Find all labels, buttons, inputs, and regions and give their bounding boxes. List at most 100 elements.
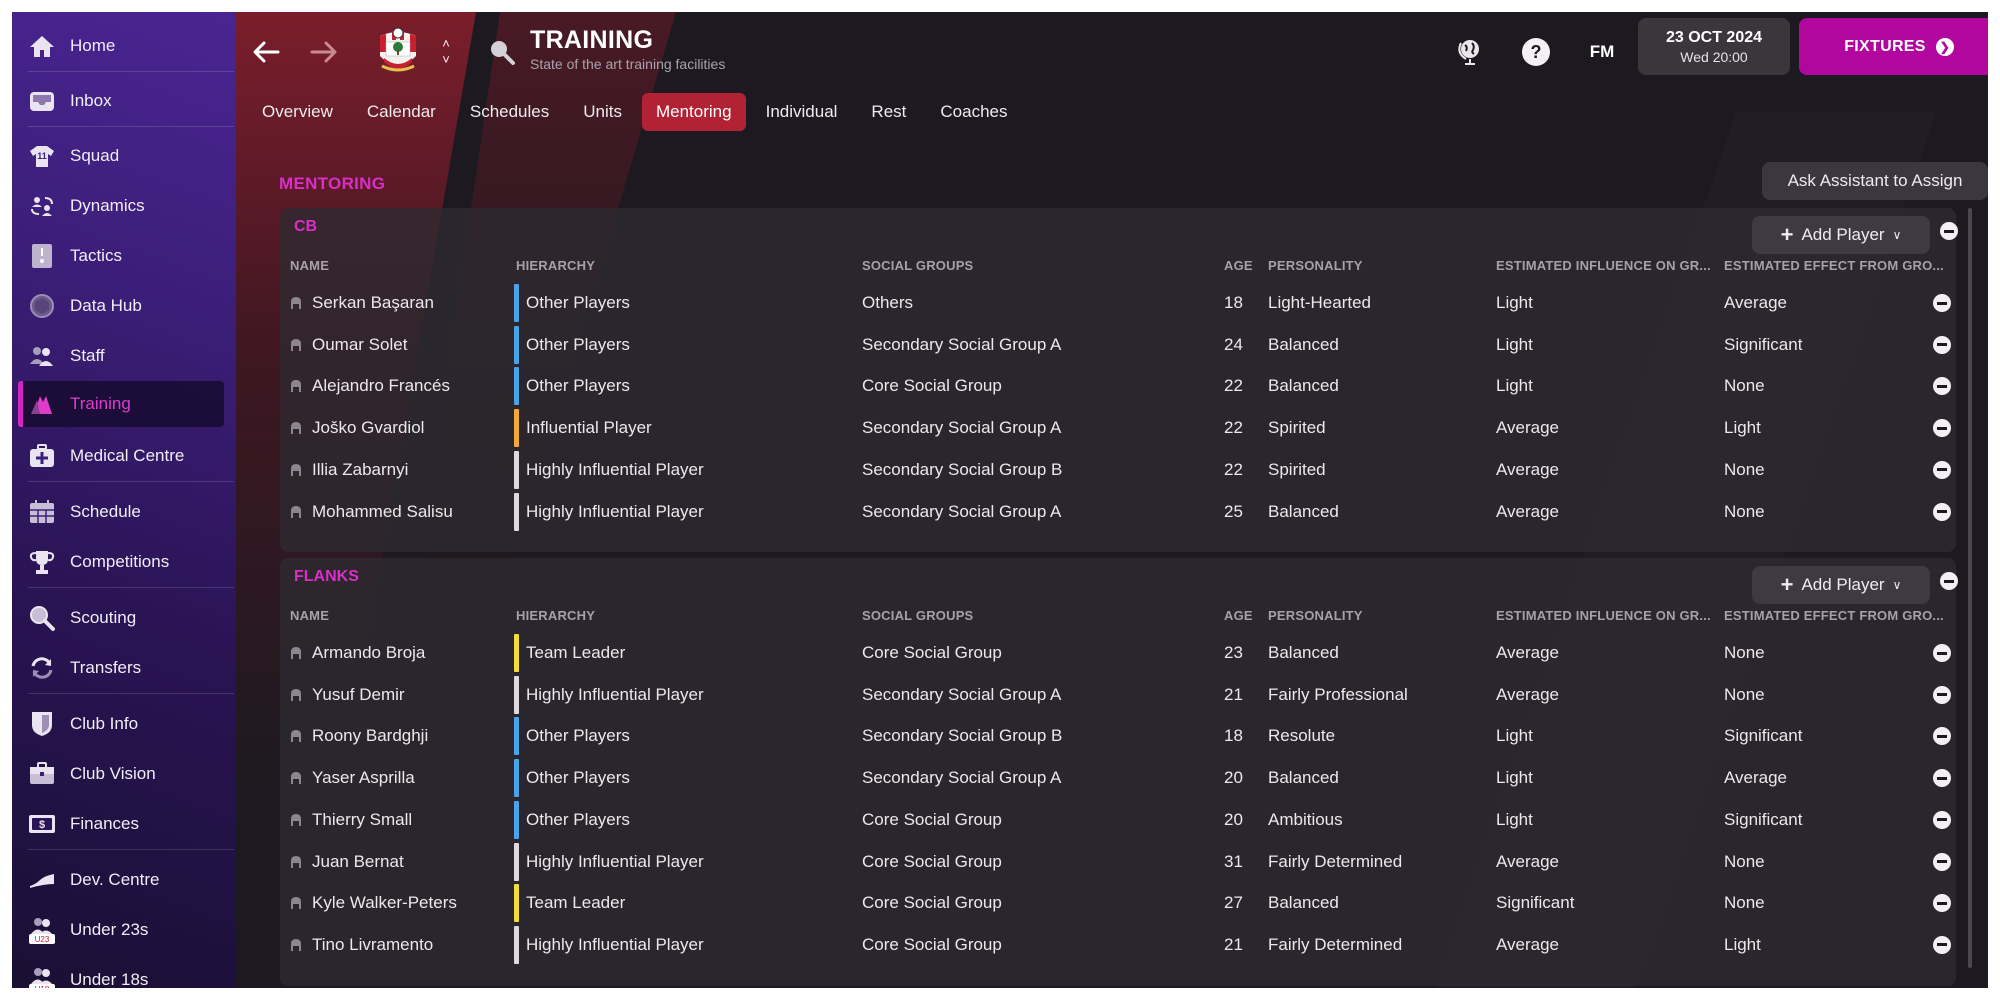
remove-player-button[interactable] bbox=[1933, 644, 1951, 662]
player-name-cell[interactable]: Joško Gvardiol bbox=[290, 407, 424, 449]
search-button[interactable] bbox=[486, 36, 518, 68]
column-header[interactable]: HIERARCHY bbox=[516, 608, 595, 623]
sidebar-item-dev-centre[interactable]: Dev. Centre bbox=[12, 857, 236, 903]
forward-button[interactable] bbox=[304, 32, 344, 72]
table-row[interactable]: Oumar Solet Other Players Secondary Social… bbox=[280, 324, 1956, 366]
sidebar-item-schedule[interactable]: Schedule bbox=[12, 489, 236, 535]
player-name-cell[interactable]: Kyle Walker-Peters bbox=[290, 882, 457, 924]
table-row[interactable]: Tino Livramento Highly Influential Player… bbox=[280, 924, 1956, 966]
remove-player-button[interactable] bbox=[1933, 460, 1951, 479]
player-name-cell[interactable]: Thierry Small bbox=[290, 799, 412, 841]
add-player-button[interactable]: + Add Player ∨ bbox=[1752, 216, 1930, 254]
game-date[interactable]: 23 OCT 2024 Wed 20:00 bbox=[1638, 18, 1790, 75]
column-header[interactable]: ESTIMATED INFLUENCE ON GR... bbox=[1496, 608, 1711, 623]
column-header[interactable]: NAME bbox=[290, 258, 329, 273]
column-header[interactable]: PERSONALITY bbox=[1268, 258, 1363, 273]
column-header[interactable]: ESTIMATED EFFECT FROM GRO... bbox=[1724, 258, 1944, 273]
remove-player-button[interactable] bbox=[1933, 335, 1951, 354]
tab-coaches[interactable]: Coaches bbox=[926, 93, 1021, 131]
table-row[interactable]: Thierry Small Other Players Core Social Gr… bbox=[280, 799, 1956, 841]
world-button[interactable] bbox=[1452, 34, 1488, 70]
table-row[interactable]: Mohammed Salisu Highly Influential Player… bbox=[280, 491, 1956, 533]
remove-player-button[interactable] bbox=[1933, 727, 1951, 746]
table-row[interactable]: Armando Broja Team Leader Core Social Grou… bbox=[280, 632, 1956, 674]
remove-player-button[interactable] bbox=[1933, 852, 1951, 871]
player-name-cell[interactable]: Tino Livramento bbox=[290, 924, 433, 966]
table-row[interactable]: Alejandro Francés Other Players Core Socia… bbox=[280, 365, 1956, 407]
sidebar-item-club-vision[interactable]: Club Vision bbox=[12, 751, 236, 797]
sidebar-item-competitions[interactable]: Competitions bbox=[12, 539, 236, 585]
club-switcher[interactable]: ˄ ˅ bbox=[436, 30, 456, 74]
tab-rest[interactable]: Rest bbox=[857, 93, 920, 131]
player-name-cell[interactable]: Alejandro Francés bbox=[290, 365, 450, 407]
table-row[interactable]: Yaser Asprilla Other Players Secondary Soc… bbox=[280, 757, 1956, 799]
sidebar-item-dynamics[interactable]: Dynamics bbox=[12, 183, 236, 229]
tab-calendar[interactable]: Calendar bbox=[353, 93, 450, 131]
remove-group-button[interactable] bbox=[1940, 222, 1958, 240]
table-row[interactable]: Juan Bernat Highly Influential Player Core… bbox=[280, 841, 1956, 883]
sidebar-item-data-hub[interactable]: Data Hub bbox=[12, 283, 236, 329]
remove-group-button[interactable] bbox=[1940, 572, 1958, 590]
tab-individual[interactable]: Individual bbox=[752, 93, 852, 131]
sidebar-item-under-23s[interactable]: U23 Under 23s bbox=[12, 907, 236, 953]
column-header[interactable]: AGE bbox=[1224, 258, 1253, 273]
fm-menu-button[interactable]: FM bbox=[1582, 34, 1622, 70]
remove-player-button[interactable] bbox=[1933, 502, 1951, 521]
table-row[interactable]: Kyle Walker-Peters Team Leader Core Social… bbox=[280, 882, 1956, 924]
sidebar-item-under-18s[interactable]: U18 Under 18s bbox=[12, 957, 236, 988]
player-name-cell[interactable]: Illia Zabarnyi bbox=[290, 449, 408, 491]
tab-units[interactable]: Units bbox=[569, 93, 636, 131]
column-header[interactable]: SOCIAL GROUPS bbox=[862, 258, 973, 273]
column-header[interactable]: AGE bbox=[1224, 608, 1253, 623]
remove-player-button[interactable] bbox=[1933, 419, 1951, 438]
player-name-cell[interactable]: Roony Bardghji bbox=[290, 715, 428, 757]
remove-player-button[interactable] bbox=[1933, 769, 1951, 788]
fixtures-button[interactable]: FIXTURES ❯ bbox=[1799, 18, 1988, 75]
player-name-cell[interactable]: Armando Broja bbox=[290, 632, 425, 674]
svg-text:?: ? bbox=[1531, 42, 1542, 62]
player-name-cell[interactable]: Yusuf Demir bbox=[290, 674, 405, 716]
remove-player-button[interactable] bbox=[1933, 935, 1951, 954]
remove-player-button[interactable] bbox=[1933, 685, 1951, 704]
table-row[interactable]: Illia Zabarnyi Highly Influential Player S… bbox=[280, 449, 1956, 491]
table-row[interactable]: Joško Gvardiol Influential Player Secondar… bbox=[280, 407, 1956, 449]
player-name-cell[interactable]: Mohammed Salisu bbox=[290, 491, 453, 533]
remove-player-button[interactable] bbox=[1933, 294, 1951, 312]
table-row[interactable]: Roony Bardghji Other Players Secondary Soc… bbox=[280, 715, 1956, 757]
sidebar-item-scouting[interactable]: Scouting bbox=[12, 595, 236, 641]
sidebar-item-training[interactable]: Training bbox=[18, 381, 224, 427]
scrollbar[interactable] bbox=[1968, 208, 1972, 968]
sidebar-item-tactics[interactable]: Tactics bbox=[12, 233, 236, 279]
remove-player-button[interactable] bbox=[1933, 377, 1951, 396]
column-header[interactable]: HIERARCHY bbox=[516, 258, 595, 273]
column-header[interactable]: ESTIMATED INFLUENCE ON GR... bbox=[1496, 258, 1711, 273]
ask-assistant-button[interactable]: Ask Assistant to Assign bbox=[1762, 162, 1988, 200]
column-header[interactable]: PERSONALITY bbox=[1268, 608, 1363, 623]
remove-player-button[interactable] bbox=[1933, 810, 1951, 829]
table-row[interactable]: Yusuf Demir Highly Influential Player Seco… bbox=[280, 674, 1956, 716]
sidebar-item-medical-centre[interactable]: Medical Centre bbox=[12, 433, 236, 479]
player-name-cell[interactable]: Oumar Solet bbox=[290, 324, 407, 366]
tab-overview[interactable]: Overview bbox=[248, 93, 347, 131]
sidebar-item-staff[interactable]: Staff bbox=[12, 333, 236, 379]
add-player-button[interactable]: + Add Player ∨ bbox=[1752, 566, 1930, 604]
sidebar-item-finances[interactable]: $ Finances bbox=[12, 801, 236, 847]
column-header[interactable]: ESTIMATED EFFECT FROM GRO... bbox=[1724, 608, 1944, 623]
tab-mentoring[interactable]: Mentoring bbox=[641, 93, 746, 131]
remove-player-button[interactable] bbox=[1933, 894, 1951, 913]
table-row[interactable]: Serkan Başaran Other Players Others 18 Light… bbox=[280, 282, 1956, 324]
club-crest[interactable] bbox=[376, 26, 420, 76]
tab-schedules[interactable]: Schedules bbox=[456, 93, 563, 131]
sidebar-item-inbox[interactable]: Inbox bbox=[12, 78, 236, 124]
column-header[interactable]: SOCIAL GROUPS bbox=[862, 608, 973, 623]
column-header[interactable]: NAME bbox=[290, 608, 329, 623]
back-button[interactable] bbox=[246, 32, 286, 72]
sidebar-item-home[interactable]: Home bbox=[12, 23, 236, 69]
sidebar-item-transfers[interactable]: Transfers bbox=[12, 645, 236, 691]
player-name-cell[interactable]: Serkan Başaran bbox=[290, 282, 434, 324]
sidebar-item-club-info[interactable]: Club Info bbox=[12, 701, 236, 747]
player-name-cell[interactable]: Yaser Asprilla bbox=[290, 757, 415, 799]
player-name-cell[interactable]: Juan Bernat bbox=[290, 841, 404, 883]
sidebar-item-squad[interactable]: 11 Squad bbox=[12, 133, 236, 179]
help-button[interactable]: ? bbox=[1518, 34, 1554, 70]
